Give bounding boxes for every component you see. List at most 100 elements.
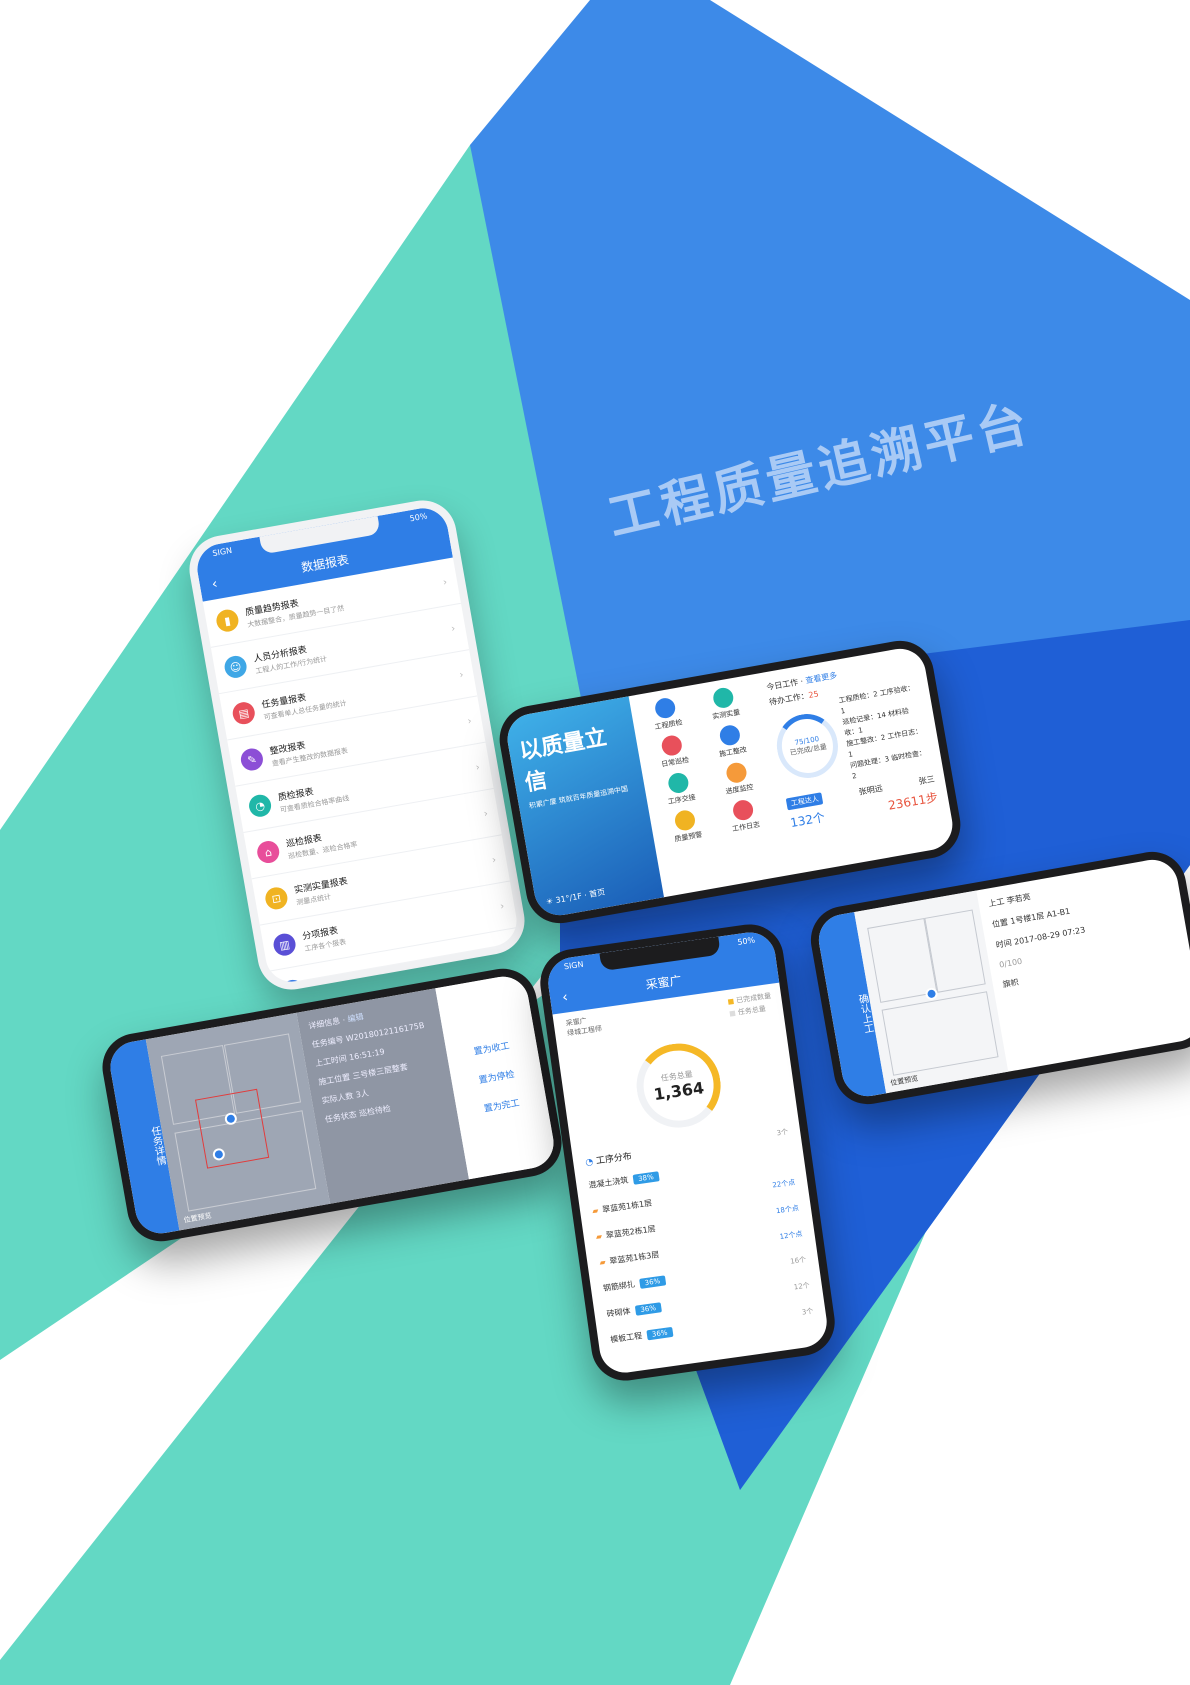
legend-item: 任务总量 — [737, 1004, 767, 1017]
process-name-wrap: 模板工程 36% — [609, 1325, 674, 1345]
grid-item-label: 施工整改 — [718, 745, 748, 759]
chevron-right-icon: › — [482, 807, 489, 820]
grid-item[interactable]: 实测实量 — [696, 683, 753, 724]
grid-item[interactable]: 工程质检 — [638, 694, 695, 735]
pie-chart-icon: ◔ — [584, 1157, 594, 1169]
chevron-right-icon: › — [458, 669, 465, 681]
grid-item[interactable]: 质量预警 — [658, 806, 715, 847]
field-key: 时间 — [995, 938, 1013, 950]
chevron-right-icon: › — [450, 622, 457, 635]
folder-icon: ▰ — [591, 1205, 599, 1216]
carrier-label: SIGN — [563, 959, 585, 972]
process-count: 22个点 — [771, 1178, 796, 1190]
chevron-right-icon: › — [466, 715, 473, 727]
sun-icon: ☀ — [545, 896, 554, 907]
user-name: 张三 — [917, 774, 936, 786]
grid-item-label: 工序交接 — [667, 793, 697, 807]
people-icon: ☺ — [222, 654, 249, 680]
position-label: 位置预览 — [889, 1074, 919, 1088]
grid-item-label: 工程质检 — [654, 718, 684, 732]
process-name-wrap: ▰ 翠蓝苑2栋1层 — [595, 1223, 656, 1242]
field-key: 位置 — [991, 917, 1009, 930]
user-name: 张明远 — [858, 783, 884, 797]
process-name-wrap: ▰ 翠蓝苑1栋3层 — [599, 1248, 660, 1267]
kpi-count: 132个 — [789, 810, 827, 831]
ranking-label: 工程达人 — [786, 792, 824, 811]
folder-icon: ▰ — [598, 1257, 607, 1267]
function-icon — [718, 723, 742, 747]
chevron-right-icon: › — [474, 761, 481, 774]
highlight-area — [195, 1088, 270, 1169]
subitem-icon: ▥ — [271, 931, 298, 958]
function-icon — [711, 686, 735, 710]
grid-item-label: 进度监控 — [725, 783, 755, 796]
process-name: 砖砌体 — [606, 1306, 632, 1319]
percent-badge: 36% — [639, 1274, 666, 1289]
process-count: 12个点 — [779, 1229, 803, 1241]
process-name: 钢筋绑扎 — [602, 1279, 636, 1293]
field-key: 上工时间 — [314, 1053, 348, 1069]
function-icon — [724, 761, 749, 785]
total-gauge: 任务总量 1,364 — [630, 1038, 726, 1134]
process-list: 混凝土浇筑 38% ▰ 翠蓝苑1栋1层 22个点 ▰ 翠蓝苑2栋1层 18个点 ▰ 翠蓝苑1栋3层… — [575, 1142, 827, 1354]
grid-item[interactable]: 日常巡检 — [645, 731, 702, 772]
grid-item[interactable]: 施工整改 — [702, 721, 759, 762]
edit-button[interactable]: 编辑 — [347, 1012, 364, 1024]
grid-item-label: 质量预警 — [673, 830, 703, 844]
field-key: 任务状态 — [324, 1109, 358, 1125]
percent-badge: 36% — [634, 1301, 662, 1316]
measure-icon: ⊡ — [263, 885, 290, 912]
function-icon — [660, 733, 684, 758]
process-name: 模板工程 — [609, 1330, 643, 1345]
field-value: 1号楼1层 A1-B1 — [1009, 906, 1071, 926]
field-value: 三号楼三层整套 — [351, 1062, 409, 1081]
chevron-right-icon: › — [491, 854, 497, 866]
view-more-link[interactable]: 查看更多 — [805, 671, 838, 685]
field-value: 巡检待检 — [358, 1103, 392, 1119]
field-key: 实际人数 — [321, 1091, 355, 1106]
percent-badge: 38% — [632, 1170, 660, 1185]
field-value: 3人 — [355, 1088, 370, 1100]
location-pin-icon[interactable] — [924, 987, 939, 1002]
gauge-value: 1,364 — [652, 1078, 706, 1105]
chevron-right-icon: › — [442, 576, 448, 588]
patrol-icon: ⌂ — [255, 839, 281, 865]
rectify-icon: ✎ — [239, 746, 265, 773]
function-icon — [731, 798, 755, 822]
task-icon: ▤ — [231, 700, 257, 726]
process-count: 18个点 — [775, 1204, 800, 1216]
section-count: 3个 — [776, 1127, 789, 1138]
process-name-wrap: 砖砌体 36% — [606, 1301, 662, 1319]
field-value: 2017-08-29 07:23 — [1013, 925, 1086, 947]
field-key: 施工位置 — [317, 1072, 351, 1087]
kpi-steps: 23611步 — [887, 790, 939, 813]
carrier-label: SIGN — [211, 545, 233, 559]
tab-home[interactable]: 首页 — [589, 887, 606, 899]
process-name: 翠蓝苑2栋1层 — [605, 1223, 657, 1240]
process-count: 16个 — [789, 1255, 807, 1266]
process-name: 翠蓝苑1栋3层 — [608, 1249, 660, 1266]
today-work-label: 今日工作 — [765, 677, 799, 693]
process-name: 翠蓝苑1栋1层 — [601, 1197, 653, 1214]
process-name-wrap: 混凝土浇筑 38% — [587, 1170, 660, 1191]
function-icon — [667, 771, 691, 795]
grid-item-label: 工作日志 — [731, 820, 761, 834]
process-count: 12个 — [793, 1281, 811, 1292]
folder-icon: ▰ — [595, 1231, 603, 1242]
function-icon — [673, 808, 698, 832]
grid-item[interactable]: 工序交接 — [651, 768, 708, 809]
field-key: 上工 — [987, 896, 1006, 909]
grid-item[interactable]: 工作日志 — [716, 796, 773, 837]
percent-badge: 36% — [646, 1326, 674, 1340]
process-name: 混凝土浇筑 — [587, 1175, 629, 1190]
grid-item[interactable]: 进度监控 — [709, 758, 766, 799]
process-name-wrap: 钢筋绑扎 36% — [602, 1274, 666, 1294]
work-counts: 工程质检：2 工序验收：1 巡检记录：14 材料验收：1 施工整改：2 工作日志：1… — [838, 682, 933, 783]
grid-item-label: 实测实量 — [711, 708, 741, 721]
field-value: 李若亮 — [1006, 892, 1032, 906]
field-value: 16:51:19 — [348, 1047, 386, 1063]
section-title: 工序分布 — [595, 1151, 633, 1167]
function-icon — [654, 696, 678, 720]
pending-count: 25 — [807, 689, 820, 700]
grid-item-label: 日常巡检 — [660, 755, 690, 769]
